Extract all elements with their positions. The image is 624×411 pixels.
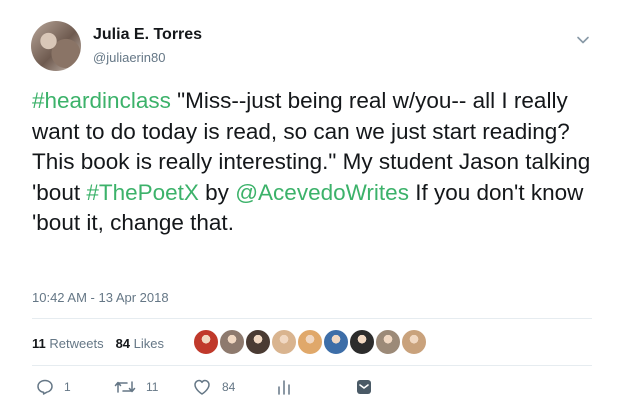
tweet-text: #heardinclass "Miss--just being real w/y…	[32, 86, 602, 239]
reply-button[interactable]: 1	[36, 376, 71, 398]
tweet-link[interactable]: @AcevedoWrites	[235, 180, 409, 205]
liker-avatar[interactable]	[219, 329, 245, 355]
tweet-timestamp[interactable]: 10:42 AM - 13 Apr 2018	[32, 290, 169, 305]
like-button[interactable]: 84	[192, 376, 235, 398]
liker-avatar[interactable]	[401, 329, 427, 355]
liker-avatar[interactable]	[245, 329, 271, 355]
chevron-down-icon[interactable]	[576, 33, 590, 47]
likes-count: 84	[115, 336, 131, 351]
action-bar: 1 11 84	[32, 376, 592, 400]
liker-avatar[interactable]	[297, 329, 323, 355]
tweet-link[interactable]: #ThePoetX	[86, 180, 199, 205]
analytics-icon	[278, 380, 290, 395]
envelope-icon	[357, 380, 371, 394]
liker-avatar[interactable]	[193, 329, 219, 355]
author-handle[interactable]: @juliaerin80	[93, 50, 165, 65]
liker-avatar[interactable]	[271, 329, 297, 355]
liker-avatar[interactable]	[375, 329, 401, 355]
divider	[32, 318, 592, 319]
retweet-icon	[114, 381, 136, 393]
liker-avatar[interactable]	[349, 329, 375, 355]
author-avatar[interactable]	[31, 21, 81, 71]
retweet-count: 11	[146, 380, 159, 394]
likes-stat[interactable]: 84 Likes	[116, 336, 164, 351]
likes-label: Likes	[133, 336, 165, 351]
tweet-link[interactable]: #heardinclass	[32, 88, 171, 113]
heart-icon	[194, 379, 210, 395]
retweets-stat[interactable]: 11 Retweets	[32, 336, 104, 351]
divider	[32, 365, 592, 366]
analytics-button[interactable]	[276, 376, 292, 398]
tweet-text-segment: by	[198, 179, 236, 205]
retweet-button[interactable]: 11	[114, 376, 158, 398]
author-name[interactable]: Julia E. Torres	[93, 26, 202, 44]
tweet-stats: 11 Retweets 84 Likes	[32, 336, 164, 351]
retweets-count: 11	[32, 336, 46, 351]
direct-message-button[interactable]	[355, 376, 373, 398]
liker-avatar[interactable]	[323, 329, 349, 355]
reply-icon	[37, 379, 53, 395]
reply-count: 1	[64, 380, 71, 394]
retweets-label: Retweets	[49, 336, 104, 351]
like-count: 84	[222, 380, 236, 394]
